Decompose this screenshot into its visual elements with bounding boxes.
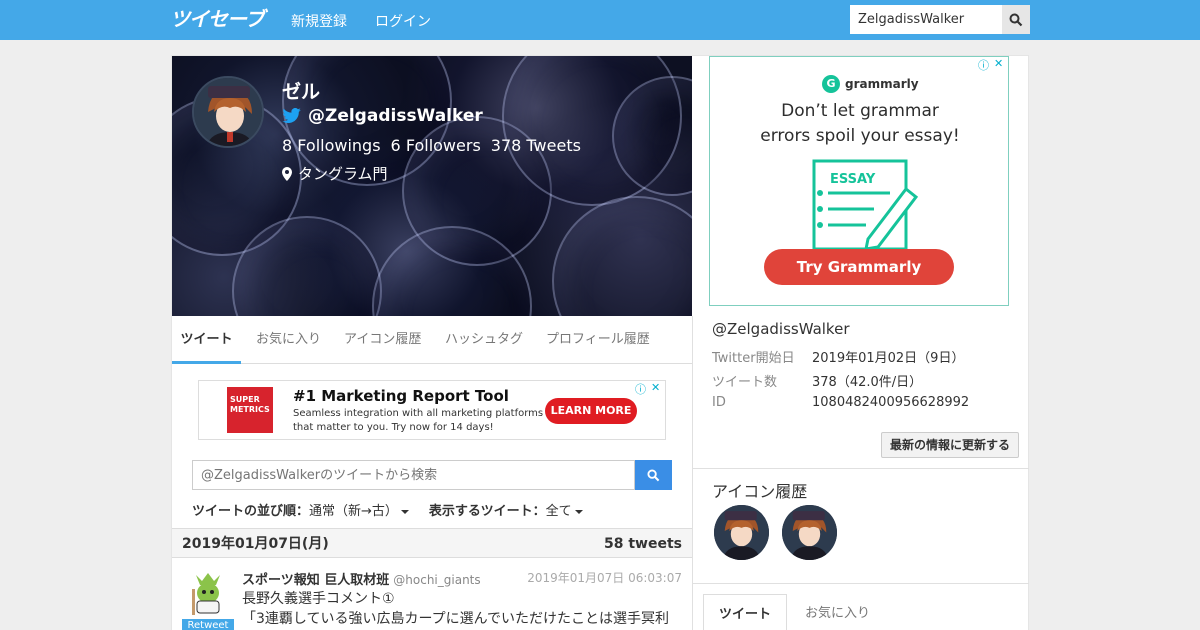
caret-down-icon <box>574 509 583 514</box>
profile-handle[interactable]: @ZelgadissWalker <box>282 106 483 126</box>
icon-history-avatar[interactable] <box>714 505 769 560</box>
tab-hashtags[interactable]: ハッシュタグ <box>445 316 523 364</box>
ad-close-icon[interactable]: ✕ <box>994 57 1003 70</box>
profile-avatar[interactable] <box>192 76 264 148</box>
header-search <box>850 5 1030 34</box>
ad-headline: Don’t let grammar errors spoil your essa… <box>760 101 960 146</box>
profile-location: タングラム門 <box>282 163 388 184</box>
tab-profile-history[interactable]: プロフィール履歴 <box>546 316 650 364</box>
retweet-badge: Retweet <box>182 619 234 630</box>
essay-document-icon: ESSAY <box>812 159 919 251</box>
tab-favorites[interactable]: お気に入り <box>256 316 321 364</box>
ad-cta-button[interactable]: LEARN MORE <box>545 398 637 424</box>
ad-info-icon[interactable]: ⓘ <box>635 381 646 397</box>
ad-info-icon[interactable]: ⓘ <box>978 57 989 73</box>
day-date: 2019年01月07日(月) <box>182 536 329 552</box>
tab-icon-history[interactable]: アイコン履歴 <box>344 316 421 364</box>
followings-stat[interactable]: 8 Followings <box>282 136 381 155</box>
profile-name: ゼル <box>282 81 321 103</box>
map-marker-icon <box>282 166 292 181</box>
right-tab-tweets[interactable]: ツイート <box>703 594 787 630</box>
ad-cta-button[interactable]: Try Grammarly <box>764 249 954 285</box>
icon-history-avatar[interactable] <box>782 505 837 560</box>
ad-close-icon[interactable]: ✕ <box>651 381 660 394</box>
profile-stats: 8 Followings 6 Followers 378 Tweets <box>282 136 581 155</box>
tweet-search-button[interactable] <box>635 460 672 490</box>
ad-banner-side[interactable]: ⓘ ✕ G grammarly Don’t let grammar errors… <box>709 56 1009 306</box>
section-divider <box>693 583 1029 584</box>
right-tabs: ツイート お気に入り <box>703 594 1029 630</box>
tweet-author-avatar[interactable] <box>184 569 232 617</box>
ad-banner-top[interactable]: SUPER METRICS #1 Marketing Report Tool S… <box>198 380 666 440</box>
refresh-info-button[interactable]: 最新の情報に更新する <box>881 432 1019 458</box>
day-tweet-count: 58 tweets <box>604 536 682 552</box>
signup-link[interactable]: 新規登録 <box>291 11 347 31</box>
caret-down-icon <box>400 509 409 514</box>
tweet-timestamp[interactable]: 2019年01月07日 06:03:07 <box>527 569 682 586</box>
ad-brand: G grammarly <box>822 75 919 93</box>
header-search-button[interactable] <box>1002 5 1030 34</box>
twitter-bird-icon <box>282 108 301 123</box>
search-icon <box>647 468 660 481</box>
tweet-text: 長野久義選手コメント① 「3連覇している強い広島カープに選んでいただけたことは選… <box>242 591 669 627</box>
tweet-author[interactable]: スポーツ報知 巨人取材班 @hochi_giants <box>242 569 481 588</box>
day-header: 2019年01月07日(月) 58 tweets <box>172 528 692 558</box>
right-tab-favorites[interactable]: お気に入り <box>805 594 870 630</box>
location-text: タングラム門 <box>298 165 388 183</box>
ad-title: #1 Marketing Report Tool <box>293 387 509 405</box>
sort-order-dropdown[interactable]: ツイートの並び順：通常（新→古） <box>192 500 409 519</box>
followers-stat[interactable]: 6 Followers <box>391 136 481 155</box>
ad-body: Seamless integration with all marketing … <box>293 408 544 433</box>
profile-tabs: ツイート お気に入り アイコン履歴 ハッシュタグ プロフィール履歴 <box>172 316 692 364</box>
section-divider <box>693 468 1029 469</box>
tweet-filter-dropdown[interactable]: 表示するツイート：全て <box>429 500 583 519</box>
tweet-search-input[interactable] <box>192 460 635 490</box>
header-search-input[interactable] <box>850 5 1002 34</box>
grammarly-logo-icon: G <box>822 75 840 93</box>
essay-label: ESSAY <box>830 172 876 187</box>
tweets-stat[interactable]: 378 Tweets <box>491 136 581 155</box>
sort-controls: ツイートの並び順：通常（新→古） 表示するツイート：全て <box>192 500 583 519</box>
login-link[interactable]: ログイン <box>375 11 431 31</box>
ad-brand-logo: SUPER METRICS <box>227 387 273 433</box>
profile-handle-text: @ZelgadissWalker <box>308 106 483 126</box>
tab-tweets[interactable]: ツイート <box>172 316 241 364</box>
search-icon <box>1009 13 1023 26</box>
top-navbar: ツイセーブ 新規登録 ログイン <box>0 0 1200 40</box>
icon-history-title: アイコン履歴 <box>712 482 808 501</box>
info-handle: @ZelgadissWalker <box>712 320 850 338</box>
tweet-item[interactable]: Retweet スポーツ報知 巨人取材班 @hochi_giants 2019年0… <box>172 559 692 630</box>
site-logo[interactable]: ツイセーブ <box>170 7 268 31</box>
tweet-search <box>192 460 672 490</box>
